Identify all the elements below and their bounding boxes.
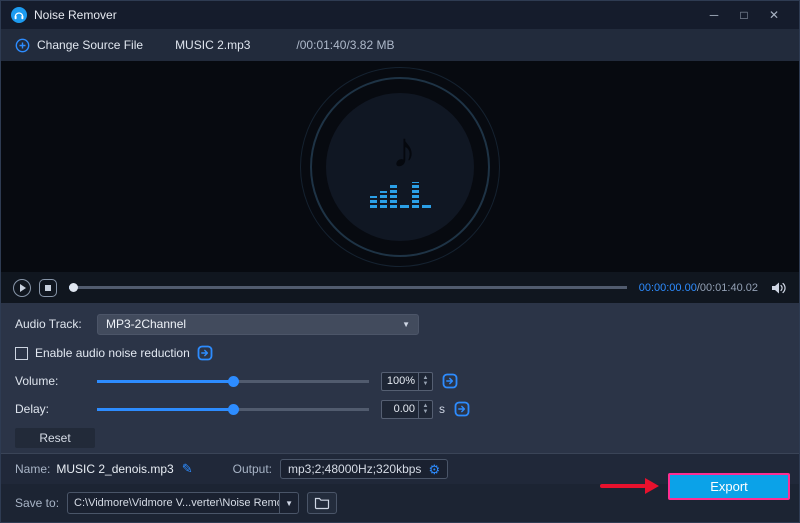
folder-icon bbox=[314, 496, 330, 510]
equalizer-bar bbox=[390, 185, 397, 208]
stop-button[interactable] bbox=[39, 279, 57, 297]
preview-disc: ♪ bbox=[326, 93, 474, 241]
output-file-name: MUSIC 2_denois.mp3 bbox=[56, 462, 173, 476]
delay-handle[interactable] bbox=[228, 404, 239, 415]
play-button[interactable] bbox=[13, 279, 31, 297]
playback-progress-slider[interactable] bbox=[69, 278, 627, 298]
volume-slider[interactable] bbox=[97, 371, 369, 391]
time-total: /00:01:40.02 bbox=[697, 282, 758, 294]
delay-label: Delay: bbox=[15, 402, 97, 416]
gear-icon[interactable]: ⚙ bbox=[428, 463, 440, 476]
audio-track-label: Audio Track: bbox=[15, 317, 97, 331]
name-label: Name: bbox=[15, 462, 50, 476]
save-to-label: Save to: bbox=[15, 496, 59, 510]
add-circle-icon bbox=[15, 38, 30, 53]
player-bar: 00:00:00.00/00:01:40.02 bbox=[1, 272, 799, 303]
audio-track-value: MP3-2Channel bbox=[106, 317, 186, 331]
delay-value: 0.00 bbox=[382, 401, 418, 418]
delay-slider[interactable] bbox=[97, 399, 369, 419]
spinner-down-icon[interactable]: ▼ bbox=[423, 381, 429, 387]
time-current: 00:00:00.00 bbox=[639, 282, 697, 294]
equalizer-bars bbox=[370, 180, 431, 208]
delay-value-box[interactable]: 0.00 ▲▼ bbox=[381, 400, 433, 419]
noise-remover-window: Noise Remover ─ □ ✕ Change Source File M… bbox=[0, 0, 800, 523]
app-title: Noise Remover bbox=[34, 8, 117, 22]
titlebar: Noise Remover ─ □ ✕ bbox=[1, 1, 799, 29]
source-file-name: MUSIC 2.mp3 bbox=[175, 38, 250, 52]
open-folder-button[interactable] bbox=[307, 492, 337, 514]
noise-reduction-label: Enable audio noise reduction bbox=[35, 346, 190, 360]
output-label: Output: bbox=[233, 462, 272, 476]
delay-spinner[interactable]: ▲▼ bbox=[418, 401, 432, 418]
stop-icon bbox=[45, 285, 51, 291]
maximize-button[interactable]: □ bbox=[729, 1, 759, 29]
noise-reduction-checkbox[interactable] bbox=[15, 347, 28, 360]
chevron-down-icon: ▼ bbox=[402, 320, 410, 329]
volume-value-box[interactable]: 100% ▲▼ bbox=[381, 372, 433, 391]
source-bar: Change Source File MUSIC 2.mp3 /00:01:40… bbox=[1, 29, 799, 61]
apply-to-all-icon[interactable] bbox=[454, 401, 470, 417]
edit-name-icon[interactable]: ✎ bbox=[182, 461, 193, 477]
delay-unit: s bbox=[439, 402, 445, 416]
equalizer-bar bbox=[370, 196, 377, 208]
equalizer-bar bbox=[380, 191, 387, 208]
app-logo-icon bbox=[11, 7, 27, 23]
source-file-info: /00:01:40/3.82 MB bbox=[296, 38, 394, 52]
apply-to-all-icon[interactable] bbox=[197, 345, 213, 361]
output-format-value: mp3;2;48000Hz;320kbps bbox=[288, 462, 421, 476]
apply-to-all-icon[interactable] bbox=[442, 373, 458, 389]
output-format-group: Output: mp3;2;48000Hz;320kbps ⚙ bbox=[233, 459, 448, 479]
export-button[interactable]: Export bbox=[668, 473, 790, 500]
equalizer-bar bbox=[422, 205, 431, 208]
volume-value: 100% bbox=[382, 373, 418, 390]
spinner-down-icon[interactable]: ▼ bbox=[423, 409, 429, 415]
minimize-button[interactable]: ─ bbox=[699, 1, 729, 29]
change-source-file-button[interactable]: Change Source File bbox=[15, 38, 143, 53]
time-display: 00:00:00.00/00:01:40.02 bbox=[639, 282, 758, 294]
progress-track bbox=[69, 286, 627, 289]
volume-spinner[interactable]: ▲▼ bbox=[418, 373, 432, 390]
volume-fill bbox=[97, 380, 233, 383]
reset-button[interactable]: Reset bbox=[15, 428, 95, 448]
progress-handle[interactable] bbox=[69, 283, 78, 292]
equalizer-bar bbox=[412, 182, 419, 208]
volume-label: Volume: bbox=[15, 374, 97, 388]
save-path-dropdown-caret[interactable]: ▼ bbox=[279, 493, 298, 513]
window-controls: ─ □ ✕ bbox=[699, 1, 789, 29]
save-path-value: C:\Vidmore\Vidmore V...verter\Noise Remo… bbox=[68, 493, 279, 513]
volume-speaker-icon[interactable] bbox=[770, 280, 787, 296]
output-format-box[interactable]: mp3;2;48000Hz;320kbps ⚙ bbox=[280, 459, 448, 479]
equalizer-bar bbox=[400, 205, 409, 208]
preview-area: ♪ bbox=[1, 61, 799, 272]
settings-panel: Audio Track: MP3-2Channel ▼ Enable audio… bbox=[1, 303, 799, 453]
delay-fill bbox=[97, 408, 233, 411]
change-source-label: Change Source File bbox=[37, 38, 143, 52]
audio-track-dropdown[interactable]: MP3-2Channel ▼ bbox=[97, 314, 419, 335]
close-button[interactable]: ✕ bbox=[759, 1, 789, 29]
music-note-icon: ♪ bbox=[392, 125, 417, 175]
play-icon bbox=[20, 284, 26, 292]
volume-handle[interactable] bbox=[228, 376, 239, 387]
save-path-box[interactable]: C:\Vidmore\Vidmore V...verter\Noise Remo… bbox=[67, 492, 299, 514]
